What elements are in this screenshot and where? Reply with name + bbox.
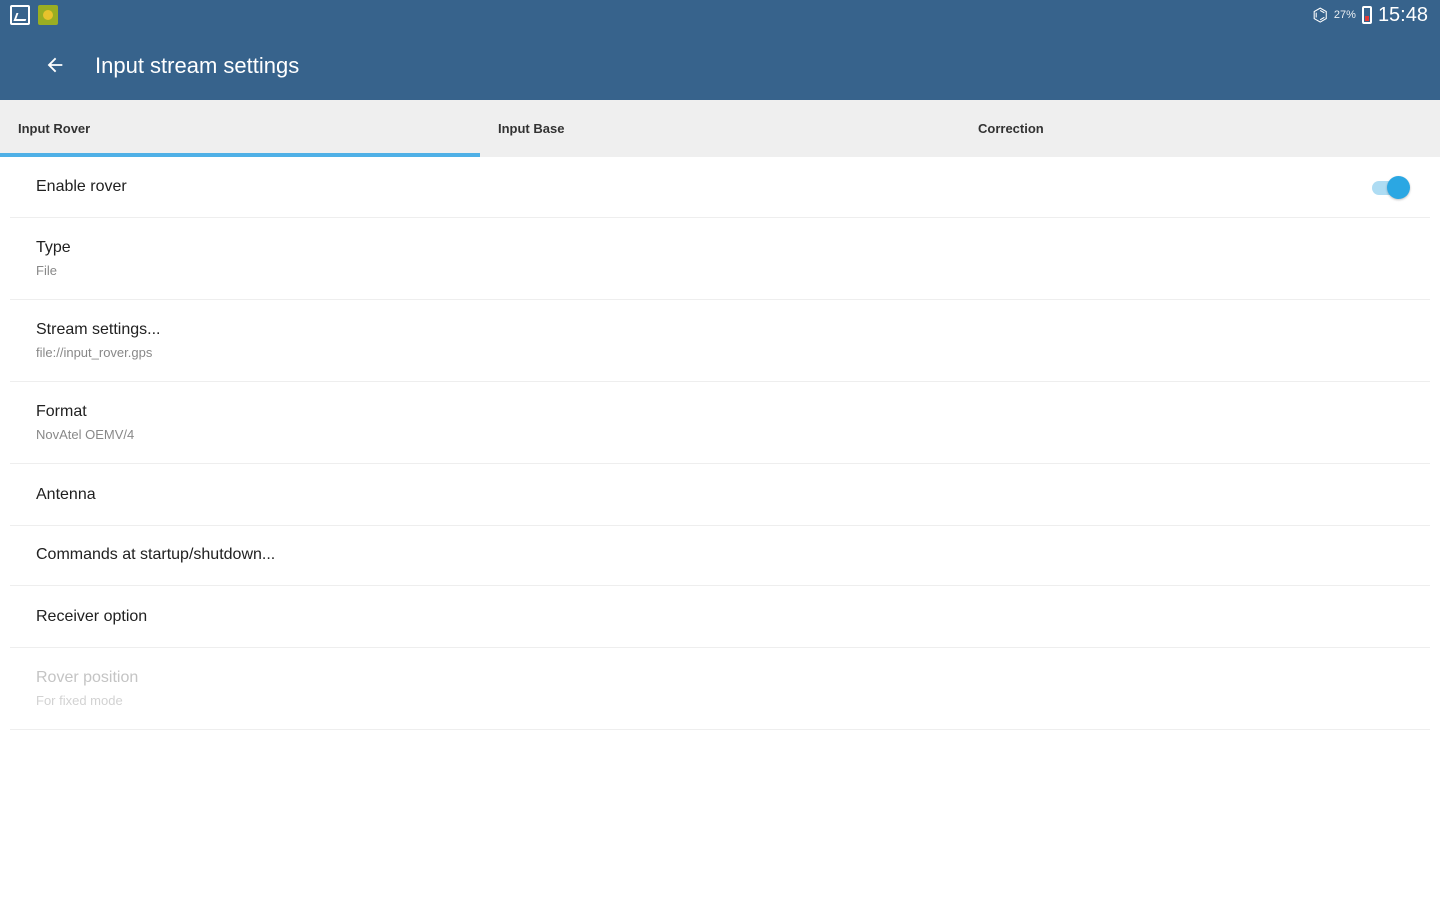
pref-summary: NovAtel OEMV/4	[36, 427, 135, 442]
tab-correction[interactable]: Correction	[960, 100, 1440, 157]
pref-antenna[interactable]: Antenna	[10, 464, 1430, 526]
tab-input-rover[interactable]: Input Rover	[0, 100, 480, 157]
pref-title: Commands at startup/shutdown...	[36, 546, 276, 563]
pref-title: Receiver option	[36, 608, 148, 625]
pref-rover-position: Rover position For fixed mode	[10, 648, 1430, 730]
pref-type[interactable]: Type File	[10, 218, 1430, 300]
tab-label: Input Rover	[18, 121, 91, 136]
clock: 15:48	[1377, 4, 1428, 26]
back-button[interactable]	[38, 48, 72, 82]
arrow-back-icon	[47, 57, 63, 73]
pref-title: Stream settings...	[36, 321, 161, 338]
battery-percent: 27%	[1333, 9, 1356, 21]
page-title: Input stream settings	[95, 53, 300, 78]
tab-bar: Input Rover Input Base Correction	[0, 100, 1440, 157]
wifi-icon: ⌬	[1312, 5, 1328, 25]
pref-commands[interactable]: Commands at startup/shutdown...	[10, 526, 1430, 586]
status-bar-notifications	[10, 5, 58, 25]
tab-label: Correction	[978, 121, 1044, 136]
preference-list: Enable rover Type File Stream settings..…	[0, 157, 1440, 730]
pref-format[interactable]: Format NovAtel OEMV/4	[10, 382, 1430, 464]
status-bar: ⌬ 27% 15:48	[0, 0, 1440, 32]
pref-stream-settings[interactable]: Stream settings... file://input_rover.gp…	[10, 300, 1430, 382]
pref-summary: For fixed mode	[36, 693, 123, 708]
pref-title: Antenna	[36, 486, 96, 503]
pref-title: Type	[36, 239, 71, 256]
pref-title: Format	[36, 403, 87, 420]
enable-rover-switch[interactable]	[1370, 176, 1410, 199]
pref-receiver-option[interactable]: Receiver option	[10, 586, 1430, 648]
pref-summary: file://input_rover.gps	[36, 345, 153, 360]
pref-summary: File	[36, 263, 57, 278]
tab-label: Input Base	[498, 121, 565, 136]
battery-low-icon	[1361, 6, 1372, 24]
status-bar-system: ⌬ 27% 15:48	[1312, 4, 1428, 26]
pref-title: Enable rover	[36, 178, 127, 195]
pref-title: Rover position	[36, 669, 139, 686]
app-bar: ⌬ 27% 15:48 Input stream settings	[0, 0, 1440, 100]
switch-thumb	[1387, 176, 1410, 199]
tab-input-base[interactable]: Input Base	[480, 100, 960, 157]
gallery-icon	[10, 5, 30, 25]
pref-enable-rover[interactable]: Enable rover	[10, 157, 1430, 218]
app-icon	[38, 5, 58, 25]
